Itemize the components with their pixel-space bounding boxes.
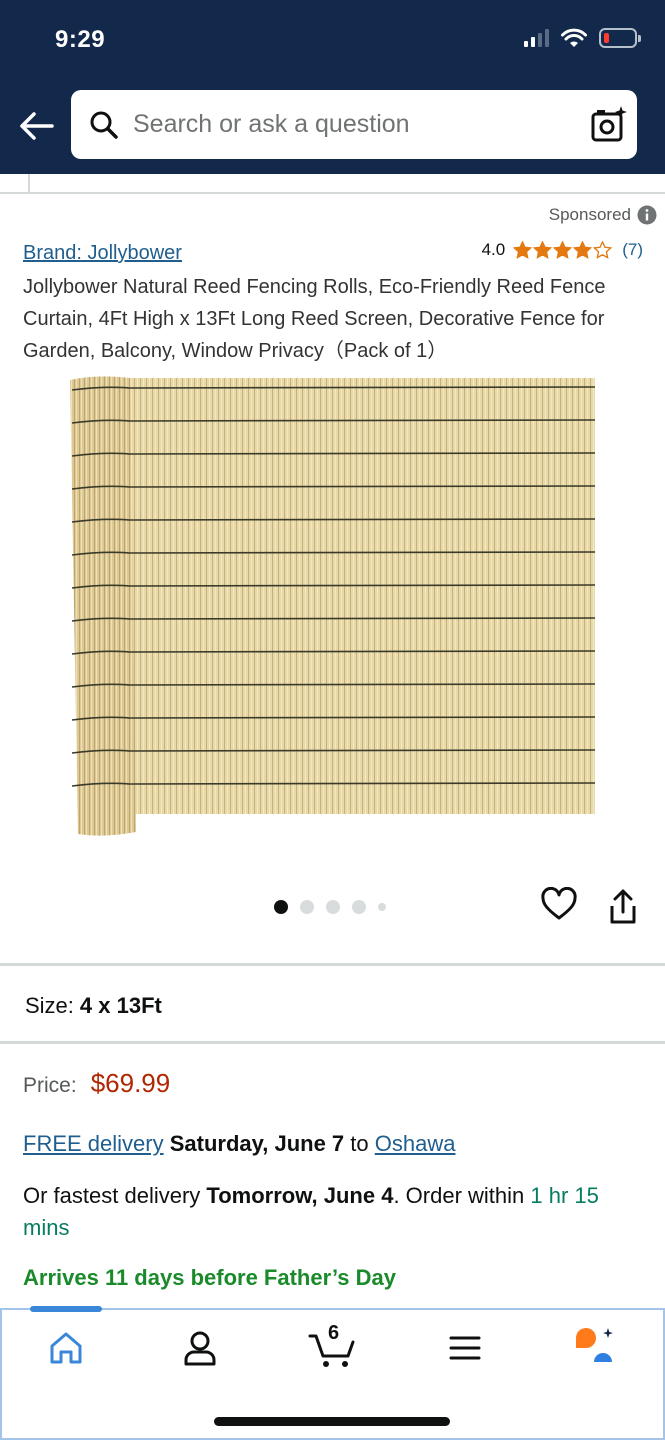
sponsored-text: Sponsored: [548, 205, 631, 224]
delivery-location-link[interactable]: Oshawa: [375, 1131, 456, 1156]
top-header: 9:29: [0, 0, 665, 174]
rating-value: 4.0: [481, 240, 506, 259]
heart-icon[interactable]: [541, 887, 577, 923]
price-label: Price:: [23, 1074, 77, 1097]
battery-icon: [599, 28, 641, 48]
price-row: Price: $69.99: [23, 1068, 170, 1099]
star-empty-icon: [593, 241, 613, 259]
carousel-dot[interactable]: [274, 900, 288, 914]
wifi-icon: [561, 28, 587, 47]
carousel-dot[interactable]: [326, 900, 340, 914]
size-label: Size:: [25, 993, 74, 1018]
fastest-prefix: Or fastest delivery: [23, 1183, 201, 1208]
search-input[interactable]: [133, 90, 573, 159]
size-selector[interactable]: Size: 4 x 13Ft: [25, 993, 162, 1019]
rating-count[interactable]: (7): [622, 240, 643, 260]
cellular-signal-icon: [524, 29, 549, 47]
search-bar[interactable]: [71, 90, 637, 159]
star-filled-icon: [573, 241, 593, 259]
back-arrow-icon[interactable]: [16, 106, 56, 146]
star-filled-icon: [513, 241, 533, 259]
delivery-info: FREE delivery Saturday, June 7 to Oshawa: [23, 1131, 455, 1157]
delivery-date: Saturday, June 7: [169, 1131, 345, 1156]
carousel-dot[interactable]: [352, 900, 366, 914]
active-tab-indicator: [30, 1306, 102, 1312]
carousel-dot[interactable]: [378, 903, 386, 911]
account-icon[interactable]: [178, 1326, 222, 1370]
arrives-note: Arrives 11 days before Father’s Day: [23, 1265, 396, 1290]
share-icon[interactable]: [606, 888, 640, 926]
rating-summary[interactable]: 4.0 (7): [482, 240, 643, 260]
search-icon: [90, 111, 118, 139]
status-icons: [524, 28, 641, 48]
menu-icon[interactable]: [443, 1326, 487, 1370]
brand-link[interactable]: Brand: Jollybower: [23, 242, 182, 265]
rufus-ai-icon[interactable]: [572, 1326, 616, 1370]
home-icon[interactable]: [44, 1326, 88, 1370]
size-value: 4 x 13Ft: [79, 993, 162, 1018]
product-title[interactable]: Jollybower Natural Reed Fencing Rolls, E…: [23, 271, 638, 367]
cart-count: 6: [328, 1322, 340, 1344]
info-icon[interactable]: [637, 205, 657, 225]
order-within-text: . Order within: [393, 1183, 525, 1208]
status-time: 9:29: [55, 26, 106, 53]
star-filled-icon: [553, 241, 573, 259]
fastest-delivery-info: Or fastest delivery Tomorrow, June 4. Or…: [23, 1180, 648, 1244]
home-indicator: [214, 1417, 450, 1426]
image-carousel-dots[interactable]: [274, 900, 386, 914]
fastest-date: Tomorrow, June 4: [206, 1183, 394, 1208]
camera-search-icon[interactable]: [589, 104, 629, 144]
price-value: $69.99: [90, 1068, 171, 1098]
star-filled-icon: [533, 241, 553, 259]
section-divider: [0, 1041, 665, 1044]
section-divider: [0, 963, 665, 966]
product-image[interactable]: [68, 372, 598, 842]
star-rating: [513, 241, 613, 259]
sponsored-label[interactable]: Sponsored: [549, 205, 657, 225]
section-frame: [28, 174, 665, 194]
delivery-to-text: to: [350, 1131, 369, 1156]
free-delivery-link[interactable]: FREE delivery: [23, 1131, 164, 1156]
carousel-dot[interactable]: [300, 900, 314, 914]
